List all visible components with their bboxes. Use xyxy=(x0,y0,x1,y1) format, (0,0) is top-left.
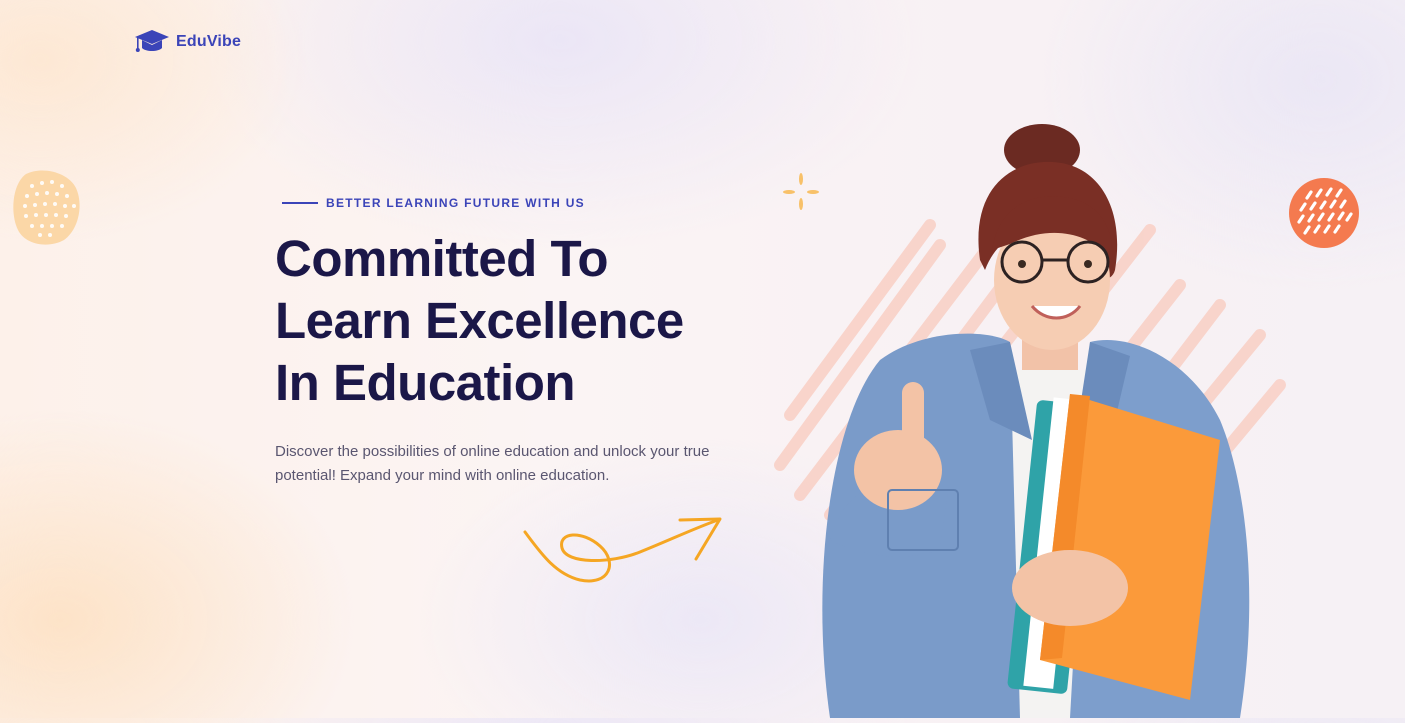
decorative-dotted-blob xyxy=(12,168,82,253)
hero-headline: Committed To Learn Excellence In Educati… xyxy=(275,228,745,414)
hero-description: Discover the possibilities of online edu… xyxy=(275,443,710,484)
brand-name: EduVibe xyxy=(176,33,242,50)
curly-arrow-icon xyxy=(520,512,730,597)
headline-line-2: Learn Excellence xyxy=(275,292,684,349)
headline-line-1: Committed To xyxy=(275,230,609,287)
brand-logo[interactable]: EduVibe xyxy=(134,29,241,55)
graduation-cap-icon xyxy=(134,29,170,55)
hero-section: BETTER LEARNING FUTURE WITH US Committed… xyxy=(275,196,745,503)
eyebrow-text: BETTER LEARNING FUTURE WITH US xyxy=(326,196,585,210)
headline-line-3: In Education xyxy=(275,354,576,411)
eyebrow-line xyxy=(282,202,318,204)
hero-student-image xyxy=(770,120,1290,723)
hero-eyebrow: BETTER LEARNING FUTURE WITH US xyxy=(282,196,745,210)
